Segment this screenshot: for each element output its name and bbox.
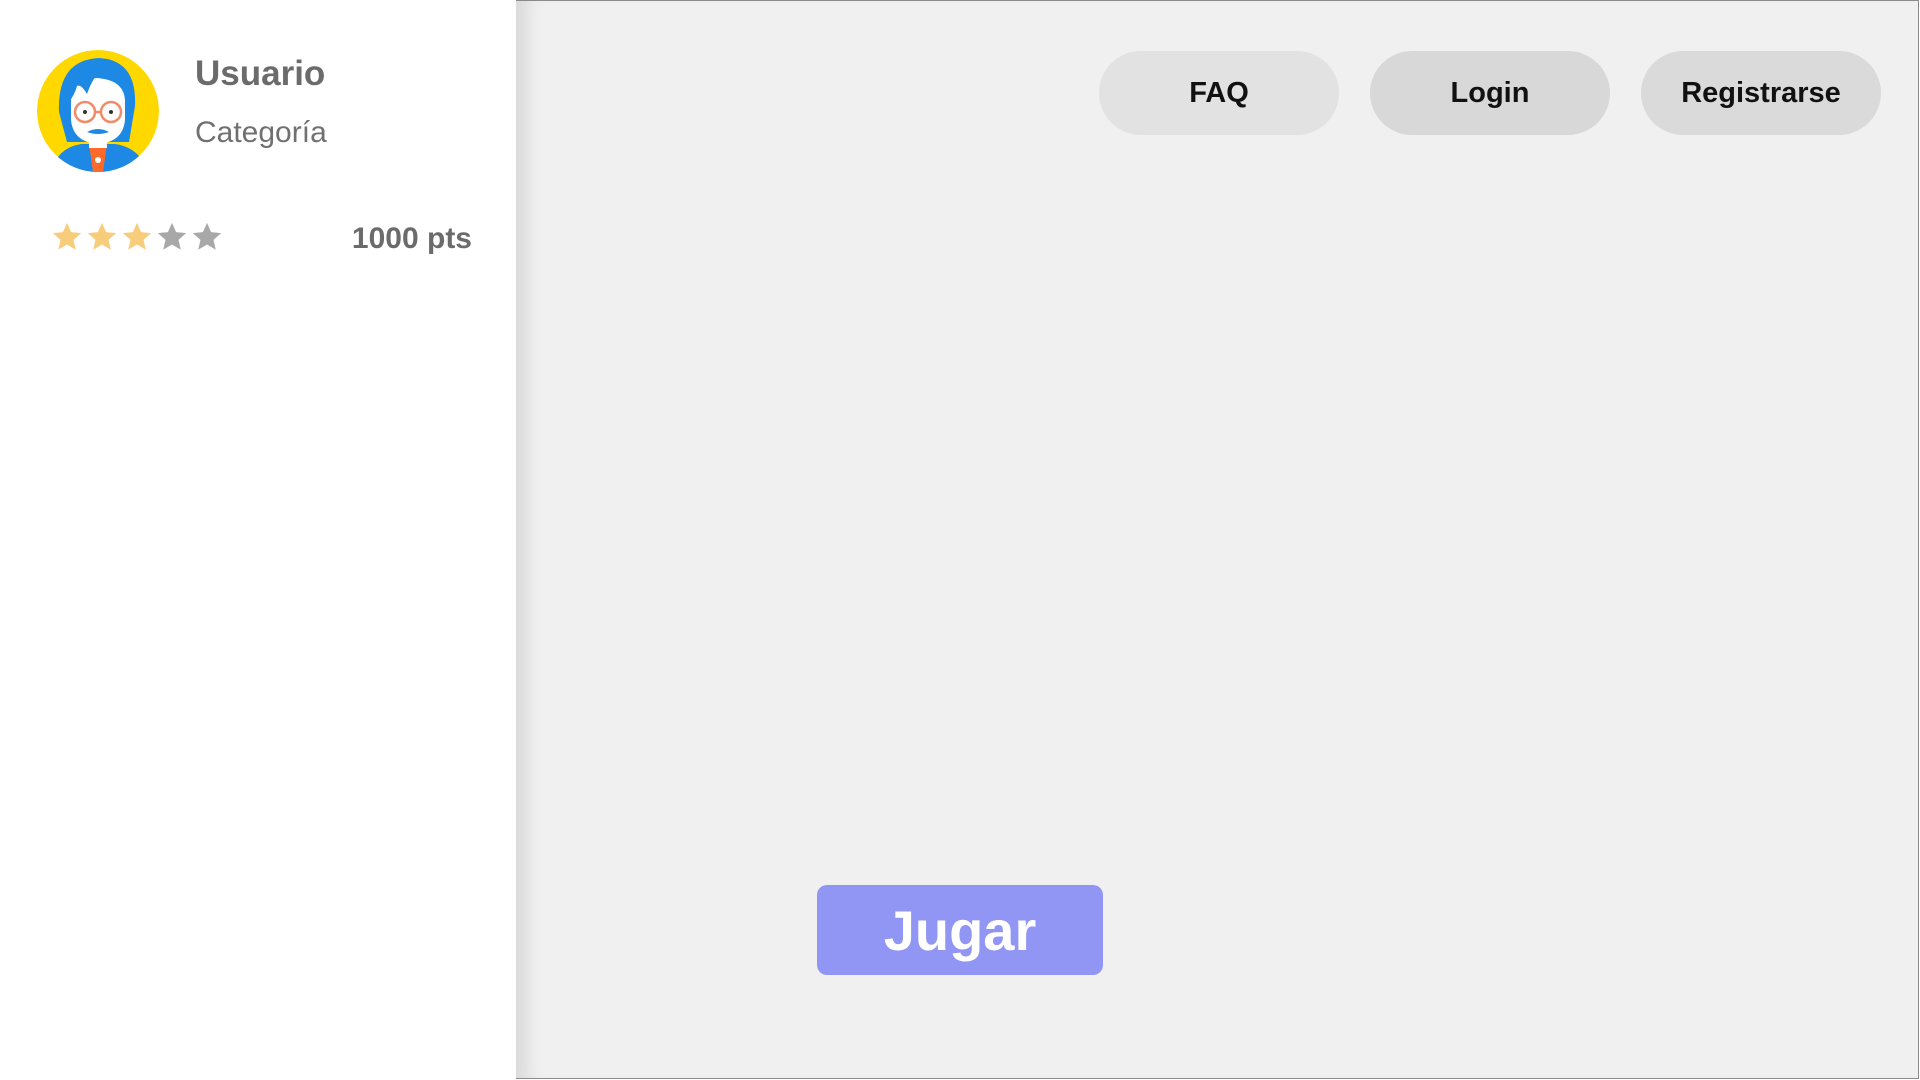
user-points: 1000 pts <box>351 222 472 255</box>
avatar[interactable] <box>37 50 159 172</box>
star-icon <box>87 222 117 250</box>
play-button[interactable]: Jugar <box>817 885 1103 975</box>
star-icon <box>52 222 82 250</box>
star-icon <box>192 222 222 250</box>
register-button[interactable]: Registrarse <box>1641 51 1881 135</box>
avatar-icon <box>37 50 159 172</box>
star-icon <box>157 222 187 250</box>
main-content: FAQ Login Registrarse Jugar <box>516 0 1919 1079</box>
login-button[interactable]: Login <box>1370 51 1610 135</box>
faq-button[interactable]: FAQ <box>1099 51 1339 135</box>
user-category: Categoría <box>195 116 327 149</box>
user-name: Usuario <box>195 54 326 93</box>
app-window: Usuario Categoría 1000 pts FAQ Login Reg… <box>0 0 1920 1080</box>
user-sidebar: Usuario Categoría 1000 pts <box>0 0 516 1080</box>
star-icon <box>122 222 152 250</box>
star-rating <box>50 220 224 254</box>
